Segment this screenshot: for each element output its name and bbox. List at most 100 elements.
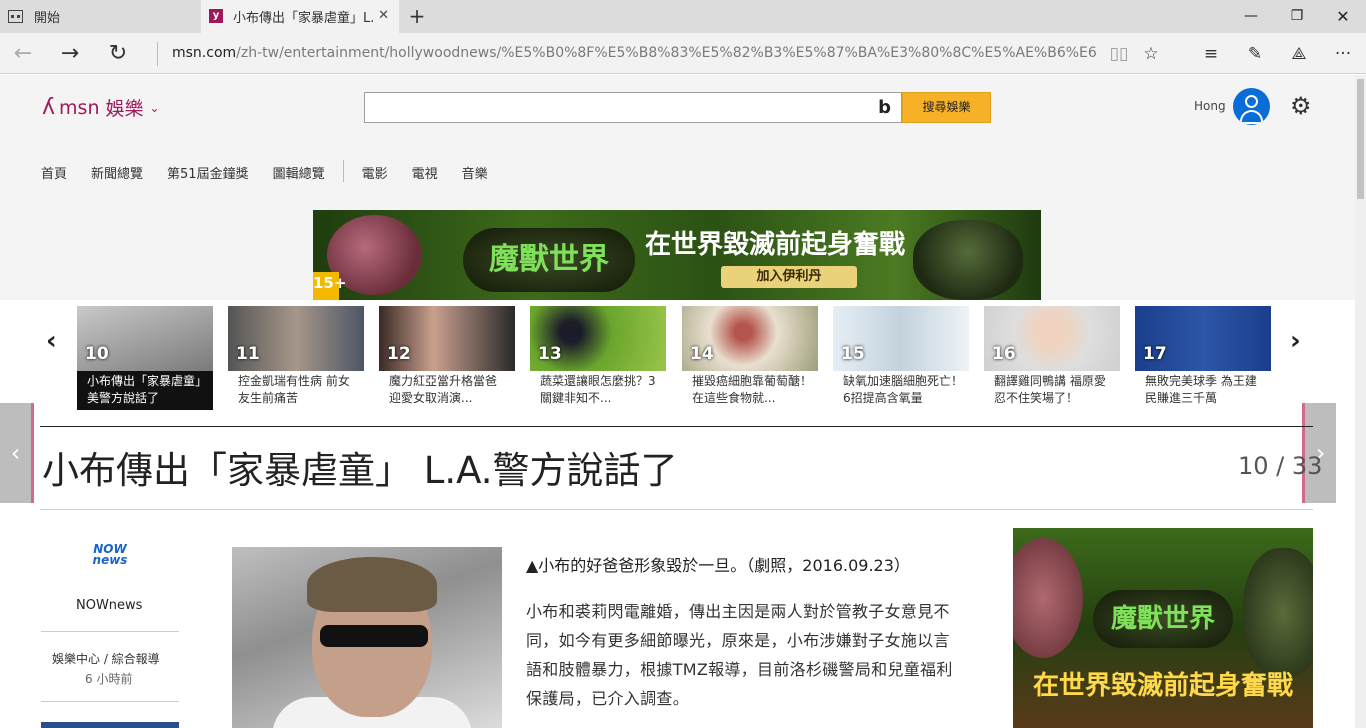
close-tab-icon[interactable]: ✕ [378, 8, 389, 23]
thumb-caption: 控金凱瑞有性病 前女友生前痛苦 [238, 374, 350, 405]
carousel-item[interactable]: 13 蔬菜還讓眼怎麼挑？3關鍵非知不... [530, 306, 666, 410]
chevron-down-icon: ⌄ [149, 100, 160, 115]
scrollbar[interactable] [1355, 75, 1366, 728]
search-input[interactable]: b [364, 92, 902, 123]
nav-news-overview[interactable]: 新聞總覽 [91, 163, 143, 182]
source-name[interactable]: NOWnews [76, 598, 142, 613]
banner-ad[interactable]: 魔獸世界 在世界毀滅前起身奮戰 加入伊利丹 15+ [313, 210, 1041, 300]
carousel-next-icon[interactable]: › [1290, 326, 1301, 356]
url-host: msn.com [172, 45, 237, 61]
ad-slogan: 在世界毀滅前起身奮戰 [645, 230, 906, 260]
user-name[interactable]: Hong [1194, 99, 1226, 113]
article-photo[interactable] [232, 547, 502, 728]
tab-label: 開始 [34, 11, 61, 26]
nav-gallery[interactable]: 圖輯總覽 [273, 163, 325, 182]
carousel-item[interactable]: 17 無敗完美球季 為王建民賺進三千萬 [1135, 306, 1271, 410]
ad-character-image [913, 220, 1023, 300]
article-time: 6 小時前 [85, 672, 133, 686]
thumb-number: 11 [236, 344, 260, 364]
thumb-caption: 翻譯雞同鴨講 福原愛忍不住笑場了！ [994, 374, 1106, 405]
title-top-rule [40, 426, 1313, 427]
share-icon[interactable]: ⟁ [1284, 40, 1314, 68]
source-bar [41, 722, 179, 728]
carousel-item[interactable]: 14 摧毀癌細胞靠葡萄醣！在這些食物就... [682, 306, 818, 410]
start-page-icon [8, 10, 23, 23]
carousel-item[interactable]: 12 魔力紅亞當升格當爸 迎愛女取消演... [379, 306, 515, 410]
gallery-carousel: ‹ 10 小布傳出「家暴虐童」美警方說話了 11 控金凱瑞有性病 前女友生前痛苦… [0, 300, 1355, 412]
carousel-item[interactable]: 10 小布傳出「家暴虐童」美警方說話了 [77, 306, 213, 410]
section-name: 娛樂 [105, 98, 144, 120]
thumb-caption: 魔力紅亞當升格當爸 迎愛女取消演... [389, 374, 498, 405]
thumb-number: 13 [538, 344, 562, 364]
divider [41, 631, 179, 632]
nav-tv[interactable]: 電視 [412, 163, 438, 182]
thumb-caption: 無敗完美球季 為王建民賺進三千萬 [1145, 374, 1257, 405]
thumb-number: 10 [85, 344, 109, 364]
nav-separator [342, 160, 344, 182]
new-tab-icon[interactable]: + [406, 4, 428, 28]
nav-music[interactable]: 音樂 [462, 163, 488, 182]
thumb-number: 15 [841, 344, 865, 364]
avatar-head [1245, 95, 1258, 108]
forward-icon[interactable]: → [55, 39, 85, 69]
bing-icon[interactable]: b [878, 97, 891, 118]
nav-home[interactable]: 首頁 [41, 163, 67, 182]
thumb-number: 16 [992, 344, 1016, 364]
thumb-number: 17 [1143, 344, 1167, 364]
tab-article[interactable]: y 小布傳出「家暴虐童」L.A.警方說話了 ✕ [201, 0, 399, 33]
address-toolbar: ← → ↻ msn.com/zh-tw/entertainment/hollyw… [0, 33, 1366, 74]
tab-label: 小布傳出「家暴虐童」L.A.警方說話了 [233, 11, 373, 26]
article-category: 娛樂中心 / 綜合報導 [52, 652, 160, 666]
site-header: ʎ msn 娛樂 ⌄ b 搜尋娛樂 Hong ⚙ 首頁 新聞總覽 第51屆金鐘獎… [0, 75, 1355, 195]
url-path: /zh-tw/entertainment/hollywoodnews/%E5%B… [236, 45, 1097, 61]
ad-cta-button[interactable]: 加入伊利丹 [721, 266, 857, 288]
ad-slogan: 在世界毀滅前起身奮戰 [1032, 671, 1293, 701]
photo-hair [307, 557, 437, 612]
url-field[interactable]: msn.com/zh-tw/entertainment/hollywoodnew… [157, 42, 1097, 66]
hub-icon[interactable]: ≡ [1196, 40, 1226, 68]
carousel-item[interactable]: 16 翻譯雞同鴨講 福原愛忍不住笑場了！ [984, 306, 1120, 410]
butterfly-icon: ʎ [42, 95, 56, 120]
thumb-number: 12 [387, 344, 411, 364]
carousel-item[interactable]: 11 控金凱瑞有性病 前女友生前痛苦 [228, 306, 364, 410]
web-note-icon[interactable]: ✎ [1240, 40, 1270, 68]
side-ad[interactable]: 魔獸世界 在世界毀滅前起身奮戰 [1013, 528, 1313, 728]
msn-logo[interactable]: ʎ msn 娛樂 ⌄ [42, 94, 160, 121]
back-icon[interactable]: ← [8, 39, 38, 69]
title-bottom-rule [40, 509, 1313, 510]
avatar[interactable] [1233, 88, 1270, 125]
thumb-number: 14 [690, 344, 714, 364]
tab-bar: 開始 y 小布傳出「家暴虐童」L.A.警方說話了 ✕ + — ❐ ✕ [0, 0, 1366, 33]
thumb-caption: 摧毀癌細胞靠葡萄醣！在這些食物就... [692, 374, 813, 405]
main-nav: 首頁 新聞總覽 第51屆金鐘獎 圖輯總覽 電影 電視 音樂 [41, 160, 512, 182]
nav-movies[interactable]: 電影 [362, 163, 388, 182]
carousel-prev-icon[interactable]: ‹ [46, 326, 57, 356]
divider [41, 701, 179, 702]
nownews-logo[interactable]: NOW news [84, 543, 136, 566]
slide-counter: 10 / 33 [1238, 452, 1323, 480]
article-title: 小布傳出「家暴虐童」 L.A.警方說話了 [42, 449, 678, 492]
minimize-icon[interactable]: — [1228, 0, 1274, 33]
msn-favicon-icon: y [209, 9, 223, 23]
scrollbar-thumb[interactable] [1357, 79, 1364, 199]
refresh-icon[interactable]: ↻ [103, 39, 133, 69]
ad-character-image [1243, 548, 1313, 678]
favorite-star-icon[interactable]: ☆ [1136, 40, 1166, 68]
reading-view-icon[interactable]: ▯▯ [1104, 40, 1134, 68]
logo-text: msn [59, 96, 100, 119]
search-button[interactable]: 搜尋娛樂 [902, 92, 991, 123]
nav-golden-bell[interactable]: 第51屆金鐘獎 [167, 163, 249, 182]
photo-caption: ▲小布的好爸爸形象毀於一旦。（劇照，2016.09.23） [526, 556, 910, 575]
thumb-caption: 小布傳出「家暴虐童」美警方說話了 [87, 374, 208, 405]
close-window-icon[interactable]: ✕ [1320, 0, 1366, 33]
ad-game-logo: 魔獸世界 [1093, 590, 1233, 648]
tab-start[interactable]: 開始 [0, 0, 200, 33]
gallery-prev-icon[interactable]: ‹ [0, 403, 34, 503]
carousel-item[interactable]: 15 缺氧加速腦細胞死亡！6招提高含氧量 [833, 306, 969, 410]
restore-icon[interactable]: ❐ [1274, 0, 1320, 33]
photo-sunglasses [320, 625, 428, 647]
avatar-torso [1240, 110, 1263, 124]
thumb-caption: 蔬菜還讓眼怎麼挑？3關鍵非知不... [540, 374, 656, 405]
gear-icon[interactable]: ⚙ [1290, 92, 1312, 120]
more-menu-icon[interactable]: ··· [1328, 40, 1358, 68]
